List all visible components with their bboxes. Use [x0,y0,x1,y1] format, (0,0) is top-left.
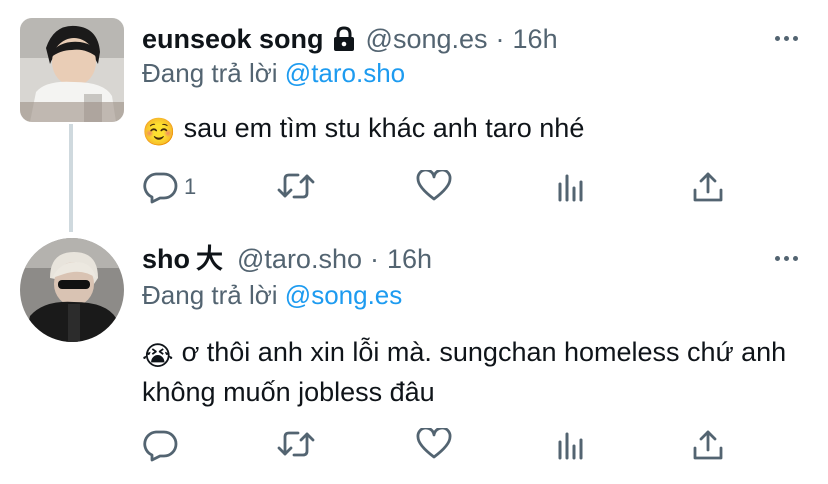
thread-line [69,124,73,232]
tweet-header: eunseok song @song.es · 16h [142,22,558,56]
replying-prefix: Đang trả lời [142,280,278,310]
timestamp[interactable]: 16h [513,22,558,56]
like-icon [416,428,452,460]
share-icon [692,170,724,204]
like-button[interactable] [416,428,458,460]
like-icon [416,170,452,202]
tweet-text-content: sau em tìm stu khác anh taro nhé [183,113,585,143]
mention-link[interactable]: @song.es [285,280,402,310]
reply-icon [142,428,178,462]
lock-icon [332,26,356,52]
replying-prefix: Đang trả lời [142,58,278,88]
reply-icon [142,170,178,204]
tweet-text-content: ơ thôi anh xin lỗi mà. sungchan homeless… [142,337,787,407]
action-bar: 1 [142,170,742,206]
analytics-button[interactable] [556,170,586,202]
avatar[interactable] [20,238,124,342]
retweet-icon [276,170,316,202]
analytics-icon [556,428,586,460]
share-button[interactable] [692,428,724,462]
action-bar [142,428,742,464]
retweet-button[interactable] [276,170,322,202]
avatar[interactable] [20,18,124,122]
separator: · [369,244,379,274]
handle[interactable]: @taro.sho [237,242,362,276]
tweet-header: sho 大 @taro.sho · 16h [142,242,432,276]
display-name[interactable]: sho [142,242,190,276]
handle[interactable]: @song.es [366,22,488,56]
more-icon[interactable] [775,36,798,41]
tweet[interactable]: eunseok song @song.es · 16h Đang trả lời… [0,0,828,232]
reply-button[interactable] [142,428,184,462]
analytics-icon [556,170,586,202]
like-button[interactable] [416,170,458,202]
reply-count: 1 [184,174,197,199]
share-button[interactable] [692,170,724,204]
reply-button[interactable]: 1 [142,170,196,204]
replying-to: Đang trả lời @taro.sho [142,56,405,90]
tweet[interactable]: sho 大 @taro.sho · 16h Đang trả lời @song… [0,230,828,484]
timestamp[interactable]: 16h [387,242,432,276]
share-icon [692,428,724,462]
retweet-icon [276,428,316,460]
mention-link[interactable]: @taro.sho [285,58,405,88]
emoji: 😭 [142,341,174,371]
tweet-text: ☺️ sau em tìm stu khác anh taro nhé [142,110,802,150]
analytics-button[interactable] [556,428,586,460]
more-icon[interactable] [775,256,798,261]
emoji: ☺️ [142,117,176,147]
retweet-button[interactable] [276,428,322,460]
separator: · [495,24,505,54]
display-name[interactable]: eunseok song [142,22,324,56]
tweet-text: 😭 ơ thôi anh xin lỗi mà. sungchan homeles… [142,334,802,410]
replying-to: Đang trả lời @song.es [142,278,402,312]
name-suffix: 大 [196,244,224,274]
